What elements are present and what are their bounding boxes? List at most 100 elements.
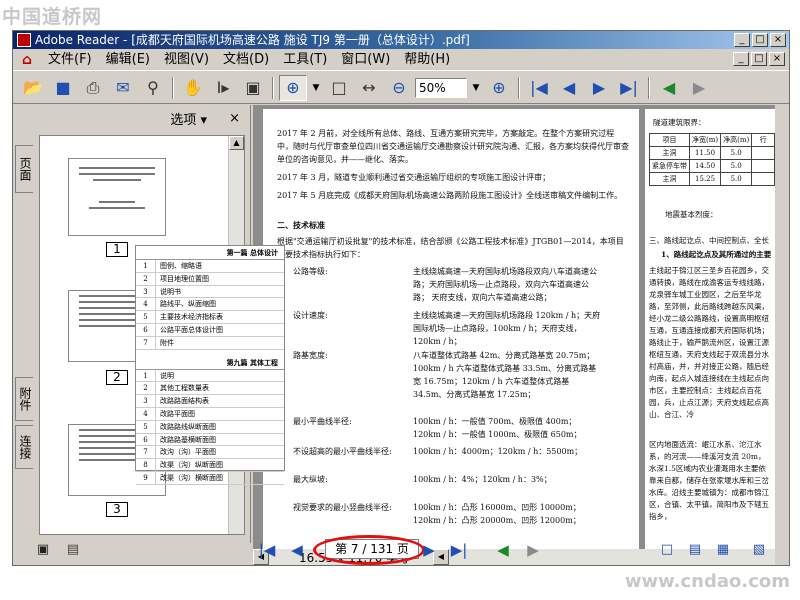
thumbnail-page-1[interactable] [68, 158, 166, 236]
prev-page-icon[interactable]: ◀ [287, 541, 307, 559]
zoom-out-icon[interactable]: ⊖ [385, 75, 413, 101]
menu-edit[interactable]: 编辑(E) [99, 50, 157, 70]
watermark-bottom: www.cndao.com [624, 571, 790, 592]
open-icon[interactable]: 📂 [19, 75, 47, 101]
window-controls: _ □ × [734, 33, 786, 47]
close-button[interactable]: × [770, 33, 786, 47]
page-view-icon[interactable]: ▤ [63, 541, 83, 559]
maximize-button[interactable]: □ [752, 33, 768, 47]
toc-section-title: 第九篇 其体工程 [136, 356, 284, 370]
toc-row: 1 图例、缩略语 [136, 260, 284, 273]
toc-row: 7 改沟（沟）平面图 [136, 446, 284, 460]
first-page-icon[interactable]: |◀ [257, 541, 277, 559]
prev-page-icon[interactable]: ◀ [555, 75, 583, 101]
toolbar: 📂 ■ ⎙ ✉ ⚲ ✋ I▸ ▣ ⊕ ▼ □ ↔ ⊖ 50% ▼ ⊕ |◀ ◀ … [13, 72, 789, 104]
scroll-up-icon[interactable]: ▲ [229, 136, 244, 150]
continuous-icon[interactable]: ▤ [685, 541, 705, 559]
spec-label: 最大纵坡: [293, 475, 328, 484]
first-page-icon[interactable]: |◀ [525, 75, 553, 101]
email-icon[interactable]: ✉ [109, 75, 137, 101]
zoom-input[interactable]: 50% [415, 77, 467, 98]
document-page-right: 隧道建筑限界： 项目 净宽(m) 净高(m) 行 主洞 11.50 5.0 紧急… [645, 109, 775, 549]
spec-value: 100km / h：4000m；120km / h：5500m； [413, 447, 583, 456]
search-icon[interactable]: ⚲ [139, 75, 167, 101]
single-page-icon[interactable]: □ [657, 541, 677, 559]
paragraph: 2017 年 3 月，隧道专业顺利通过省交通运输厅组织的专项施工图设计评审； [277, 173, 551, 182]
tab-pages[interactable]: 页面 [15, 145, 33, 193]
minimize-button[interactable]: _ [734, 33, 750, 47]
right-body: 主线起于锦江区三圣乡百花园乡，交通转换，路线在成渝客运专线线路，龙泉驿车城工业园… [649, 266, 769, 419]
forward-icon[interactable]: ▶ [685, 75, 713, 101]
fit-width-icon[interactable]: ↔ [355, 75, 383, 101]
menu-window[interactable]: 窗口(W) [334, 50, 397, 70]
tunnel-clearance-table: 项目 净宽(m) 净高(m) 行 主洞 11.50 5.0 紧急停车带 14.5… [649, 133, 775, 186]
toc-row: 5 主要技术经济指标表 [136, 311, 284, 324]
spec-value: 八车道整体式路基 42m、分离式路基宽 20.75m；100km / h 六车道… [413, 351, 597, 399]
spec-label: 设计速度: [293, 311, 328, 320]
continuous-facing-icon[interactable]: ▧ [749, 541, 769, 559]
snapshot-icon[interactable]: ▣ [239, 75, 267, 101]
spec-label: 公路等级: [293, 267, 328, 276]
paragraph: 根据"交通运输厅初设批复"的技术标准，结合部颁《公路工程技术标准》JTGB01—… [277, 237, 624, 259]
reader-window: Adobe Reader - [成都天府国际机场高速公路 施设 TJ9 第一册（… [12, 30, 790, 566]
toc-section-title: 第一篇 总体设计 [136, 246, 284, 260]
navigation-tabs: 页面 附件 连接 [13, 105, 33, 545]
toc-row: 2 其他工程数量表 [136, 382, 284, 396]
table-cell: 15.25 [688, 172, 722, 186]
pdf-doc-icon: ⌂ [21, 51, 33, 68]
menu-document[interactable]: 文档(D) [216, 50, 276, 70]
table-cell: 5.0 [720, 146, 753, 160]
select-text-icon[interactable]: I▸ [209, 75, 237, 101]
forward-icon[interactable]: ▶ [523, 541, 543, 559]
thumbnail-number: 3 [106, 502, 128, 517]
screen-icon[interactable]: ▣ [33, 541, 53, 559]
save-icon[interactable]: ■ [49, 75, 77, 101]
menu-view[interactable]: 视图(V) [157, 50, 216, 70]
table-cell: 紧急停车带 [649, 159, 690, 173]
table-cell: 主洞 [649, 172, 690, 186]
tab-links[interactable]: 连接 [15, 425, 33, 469]
zoom-in-plus-icon[interactable]: ⊕ [485, 75, 513, 101]
highlight-ellipse [313, 535, 425, 565]
next-page-icon[interactable]: ▶ [585, 75, 613, 101]
doc-close-button[interactable]: × [769, 52, 785, 66]
right-body: 区内地面选流：岷江水系、沱江水系，的河流——绛溪河支流 20m，水深1.5区域内… [649, 440, 769, 521]
last-page-icon[interactable]: ▶| [615, 75, 643, 101]
zoom-dropdown[interactable]: ▼ [469, 78, 483, 98]
toc-row: 3 改路路面结构表 [136, 395, 284, 408]
next-page-icon[interactable]: ▶ [419, 541, 439, 559]
facing-icon[interactable]: ▦ [713, 541, 733, 559]
window-title: Adobe Reader - [成都天府国际机场高速公路 施设 TJ9 第一册（… [35, 33, 470, 47]
tab-attachments[interactable]: 附件 [15, 377, 33, 421]
back-icon[interactable]: ◀ [493, 541, 513, 559]
toc-row: 1 说明 [136, 369, 284, 383]
toc-row: 8 改渠（沟）纵断面图 [136, 459, 284, 472]
right-heading: 隧道建筑限界： [653, 118, 706, 127]
table-header-cell: 行 [751, 133, 775, 147]
document-page-main: 2017 年 2 月前，对全线所有总体、路线、互通方案研究完毕，方案敲定。在整个… [263, 109, 639, 549]
toc-row: 4 路线平、纵面缩图 [136, 298, 284, 312]
toolbar-separator [272, 76, 274, 99]
print-icon[interactable]: ⎙ [79, 75, 107, 101]
document-view[interactable]: 2017 年 2 月前，对全线所有总体、路线、互通方案研究完毕，方案敲定。在整个… [253, 105, 775, 549]
options-menu[interactable]: 选项 ▾ [170, 109, 207, 128]
doc-minimize-button[interactable]: _ [733, 52, 749, 66]
table-header-cell: 净宽(m) [688, 133, 722, 147]
menu-help[interactable]: 帮助(H) [397, 50, 457, 70]
spec-label: 最小平曲线半径: [293, 417, 352, 426]
hand-icon[interactable]: ✋ [179, 75, 207, 101]
menu-file[interactable]: 文件(F) [41, 50, 99, 70]
menu-tools[interactable]: 工具(T) [276, 50, 334, 70]
toc-row: 7 附件 [136, 336, 284, 350]
panel-header: 选项 ▾ × [33, 105, 250, 131]
toolbar-separator [648, 76, 650, 99]
last-page-icon[interactable]: ▶| [449, 541, 469, 559]
close-panel-icon[interactable]: × [229, 111, 240, 126]
table-cell: 主洞 [649, 146, 690, 160]
zoom-tool-dropdown[interactable]: ▼ [309, 78, 323, 98]
back-icon[interactable]: ◀ [655, 75, 683, 101]
table-cell [751, 146, 775, 160]
fit-page-icon[interactable]: □ [325, 75, 353, 101]
doc-restore-button[interactable]: □ [751, 52, 767, 66]
zoom-in-icon[interactable]: ⊕ [279, 74, 307, 101]
